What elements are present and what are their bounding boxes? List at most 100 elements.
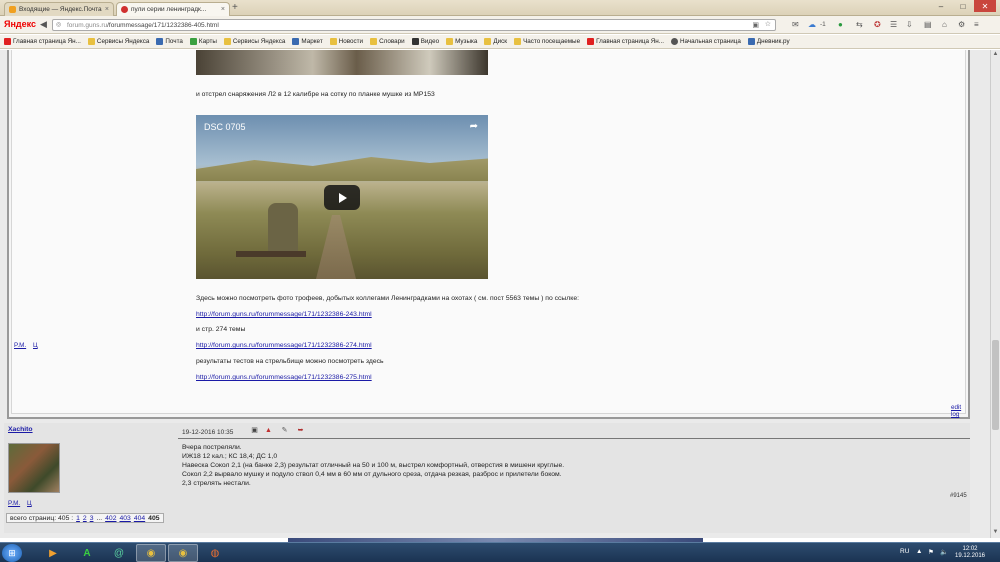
forum-post: и отстрел снаряжения Л2 в 12 калибре на … <box>7 50 970 419</box>
flag-icon[interactable]: ⚑ <box>928 548 934 556</box>
private-message-link[interactable]: P.M. <box>8 500 20 507</box>
tab-mail[interactable]: Входящие — Яндекс.Почта × <box>4 2 114 16</box>
site-icon <box>121 6 128 13</box>
close-icon[interactable]: × <box>221 6 225 13</box>
play-icon[interactable] <box>324 185 360 210</box>
start-button[interactable]: ⊞ <box>2 544 22 562</box>
bookmark-item[interactable]: Начальная страница <box>670 38 741 45</box>
address-bar[interactable]: ◎ forum.guns.ru/forummessage/171/1232386… <box>52 19 776 31</box>
video-player[interactable]: DSC 0705 ➦ <box>196 115 488 279</box>
bookmark-item[interactable]: Карты <box>189 38 217 45</box>
post-link[interactable]: http://forum.guns.ru/forummessage/171/12… <box>196 311 372 318</box>
translate-icon[interactable]: ⇆ <box>856 20 863 30</box>
edit-icon[interactable]: ✎ <box>280 427 289 435</box>
page-link[interactable]: 3 <box>90 515 94 522</box>
taskbar: ⊞ ▶ A @ ◉ ◉ ◍ RU ▲ ⚑ 🔈 12:02 19.12.2016 <box>0 542 1000 562</box>
scroll-up-icon[interactable]: ▲ <box>991 50 1000 59</box>
page-content: и отстрел снаряжения Л2 в 12 калибре на … <box>0 50 990 538</box>
bookmark-item[interactable]: Маркет <box>292 38 323 45</box>
diary-icon <box>747 38 755 45</box>
close-window-button[interactable]: ✕ <box>974 0 996 12</box>
video-title[interactable]: DSC 0705 <box>204 122 246 132</box>
video-thumbnail <box>196 157 488 181</box>
home-icon[interactable]: ⌂ <box>942 20 947 30</box>
post-number[interactable]: #9145 <box>950 493 967 499</box>
post-author[interactable]: Xachito <box>8 426 33 433</box>
reply-icon[interactable]: ➥ <box>296 427 305 435</box>
warn-icon[interactable]: ▲ <box>264 427 273 435</box>
scroll-down-icon[interactable]: ▼ <box>991 528 1000 537</box>
profile-icon[interactable]: ▣ <box>250 427 259 435</box>
post-text: Здесь можно посмотреть фото трофеев, доб… <box>196 295 579 302</box>
share-icon[interactable]: ➦ <box>470 121 478 132</box>
volume-icon[interactable]: 🔈 <box>940 548 948 556</box>
minimize-button[interactable]: – <box>930 0 952 12</box>
page-link[interactable]: 2 <box>83 515 87 522</box>
weather-badge[interactable]: -1 <box>820 20 826 30</box>
bookmark-label: Дневник.ру <box>756 38 790 45</box>
private-message-link[interactable]: P.M. <box>14 342 26 349</box>
bookmark-item[interactable]: Видео <box>411 38 439 45</box>
mail-icon[interactable]: ✉ <box>792 20 799 30</box>
post-divider <box>178 438 970 439</box>
bookmark-label: Главная страница Ян... <box>596 38 664 45</box>
quote-link[interactable]: Ц <box>27 500 32 507</box>
chrome-icon[interactable]: ◉ <box>136 544 166 562</box>
pagination: всего страниц: 405 : 1 2 3 ... 402 403 4… <box>6 513 164 523</box>
bookmark-item[interactable]: Музыка <box>446 38 477 45</box>
hamburger-menu-icon[interactable]: ≡ <box>974 20 979 30</box>
avatar[interactable] <box>8 443 60 493</box>
bookmark-item[interactable]: Диск <box>484 38 507 45</box>
bookmark-item[interactable]: Часто посещаемые <box>514 38 580 45</box>
page-link[interactable]: 404 <box>134 515 145 522</box>
video-thumbnail-table <box>236 251 306 257</box>
chrome-icon[interactable]: ◉ <box>168 544 198 562</box>
bookmark-label: Новости <box>338 38 364 45</box>
page-link[interactable]: 403 <box>119 515 130 522</box>
mail-agent-icon[interactable]: @ <box>104 544 134 562</box>
bookmark-label: Начальная страница <box>679 38 741 45</box>
bookmarks-bar: Главная страница Ян... Сервисы Яндекса П… <box>0 35 1000 49</box>
vertical-scrollbar[interactable]: ▲ ▼ <box>990 50 1000 538</box>
tab-bar: Входящие — Яндекс.Почта × пули серии лен… <box>0 0 1000 16</box>
bookmark-item[interactable]: Сервисы Яндекса <box>223 38 285 45</box>
yandex-logo[interactable]: Яндекс <box>4 19 36 29</box>
tray-arrow-icon[interactable]: ▲ <box>916 548 922 555</box>
page-link[interactable]: 1 <box>76 515 80 522</box>
new-tab-button[interactable]: + <box>232 2 238 13</box>
star-icon[interactable]: ☆ <box>765 20 771 29</box>
bookmark-item[interactable]: Сервисы Яндекса <box>87 38 149 45</box>
globe-icon: ◎ <box>56 22 62 28</box>
briefcase-icon[interactable]: ▤ <box>924 20 932 30</box>
post-link[interactable]: http://forum.guns.ru/forummessage/171/12… <box>196 342 372 349</box>
bookmark-item[interactable]: Главная страница Ян... <box>4 38 81 45</box>
edit-log-link[interactable]: edit log <box>951 404 968 418</box>
post-link[interactable]: http://forum.guns.ru/forummessage/171/12… <box>196 374 372 381</box>
clock[interactable]: 12:02 19.12.2016 <box>950 546 990 560</box>
language-indicator[interactable]: RU <box>900 548 909 555</box>
bookmark-item[interactable]: Главная страница Ян... <box>587 38 664 45</box>
url-host: forum.guns.ru <box>67 22 108 29</box>
media-player-icon[interactable]: ▶ <box>38 544 68 562</box>
download-icon[interactable]: ⇩ <box>906 20 913 30</box>
cloud-icon[interactable]: ☁ <box>808 20 816 30</box>
bookmark-item[interactable]: Дневник.ру <box>747 38 790 45</box>
tab-forum[interactable]: пули серии ленинградк... × <box>116 2 230 16</box>
firefox-icon[interactable]: ◍ <box>200 544 230 562</box>
bookmark-item[interactable]: Новости <box>329 38 364 45</box>
scrollbar-thumb[interactable] <box>992 340 999 430</box>
quote-link[interactable]: Ц <box>33 342 38 349</box>
back-icon[interactable]: ◀ <box>40 19 50 29</box>
addon-icon[interactable]: ✪ <box>874 20 881 30</box>
extension-icon[interactable]: ● <box>838 20 843 30</box>
bookmark-page-icon[interactable]: ▣ <box>752 21 759 30</box>
close-icon[interactable]: × <box>105 6 109 13</box>
bookmark-item[interactable]: Словари <box>370 38 405 45</box>
bookmark-item[interactable]: Почта <box>156 38 183 45</box>
app-icon[interactable]: A <box>72 544 102 562</box>
page-link[interactable]: 402 <box>105 515 116 522</box>
settings-icon[interactable]: ⚙ <box>958 20 965 30</box>
maximize-button[interactable]: □ <box>952 0 974 12</box>
menu-icon[interactable]: ☰ <box>890 20 897 30</box>
folder-icon <box>87 38 95 45</box>
